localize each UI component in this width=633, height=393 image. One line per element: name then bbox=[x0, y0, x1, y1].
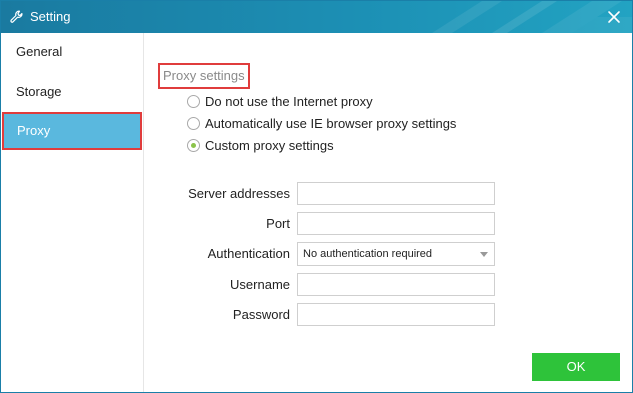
window-title: Setting bbox=[30, 9, 71, 24]
settings-sidebar: General Storage Proxy bbox=[1, 33, 144, 392]
sidebar-item-storage[interactable]: Storage bbox=[1, 73, 143, 111]
port-input[interactable] bbox=[297, 212, 495, 235]
username-input[interactable] bbox=[297, 273, 495, 296]
ok-button[interactable]: OK bbox=[532, 353, 620, 381]
password-input[interactable] bbox=[297, 303, 495, 326]
authentication-value: No authentication required bbox=[303, 248, 433, 260]
radio-no-proxy[interactable] bbox=[187, 95, 200, 108]
username-label: Username bbox=[230, 277, 290, 292]
password-label: Password bbox=[232, 307, 290, 322]
option-label: Custom proxy settings bbox=[205, 138, 334, 153]
radio-ie-proxy[interactable] bbox=[187, 117, 200, 130]
sidebar-item-general[interactable]: General bbox=[1, 33, 143, 71]
proxy-settings-panel: Proxy settings Do not use the Internet p… bbox=[144, 33, 632, 392]
title-bar[interactable]: Setting bbox=[1, 1, 632, 33]
sidebar-item-proxy[interactable]: Proxy bbox=[2, 112, 142, 150]
server-address-input[interactable] bbox=[297, 182, 495, 205]
option-label: Automatically use IE browser proxy setti… bbox=[205, 116, 457, 131]
authentication-label: Authentication bbox=[207, 246, 290, 261]
chevron-down-icon bbox=[480, 252, 488, 257]
port-label: Port bbox=[266, 216, 290, 231]
authentication-select[interactable]: No authentication required bbox=[297, 242, 495, 266]
section-title: Proxy settings bbox=[158, 63, 250, 89]
server-address-label: Server addresses bbox=[188, 186, 290, 201]
settings-window: Setting General Storage Proxy Proxy sett… bbox=[0, 0, 633, 393]
option-label: Do not use the Internet proxy bbox=[205, 94, 373, 109]
radio-custom-proxy[interactable] bbox=[187, 139, 200, 152]
titlebar-decoration bbox=[432, 1, 632, 33]
wrench-icon bbox=[10, 10, 23, 23]
close-icon[interactable] bbox=[606, 9, 622, 25]
